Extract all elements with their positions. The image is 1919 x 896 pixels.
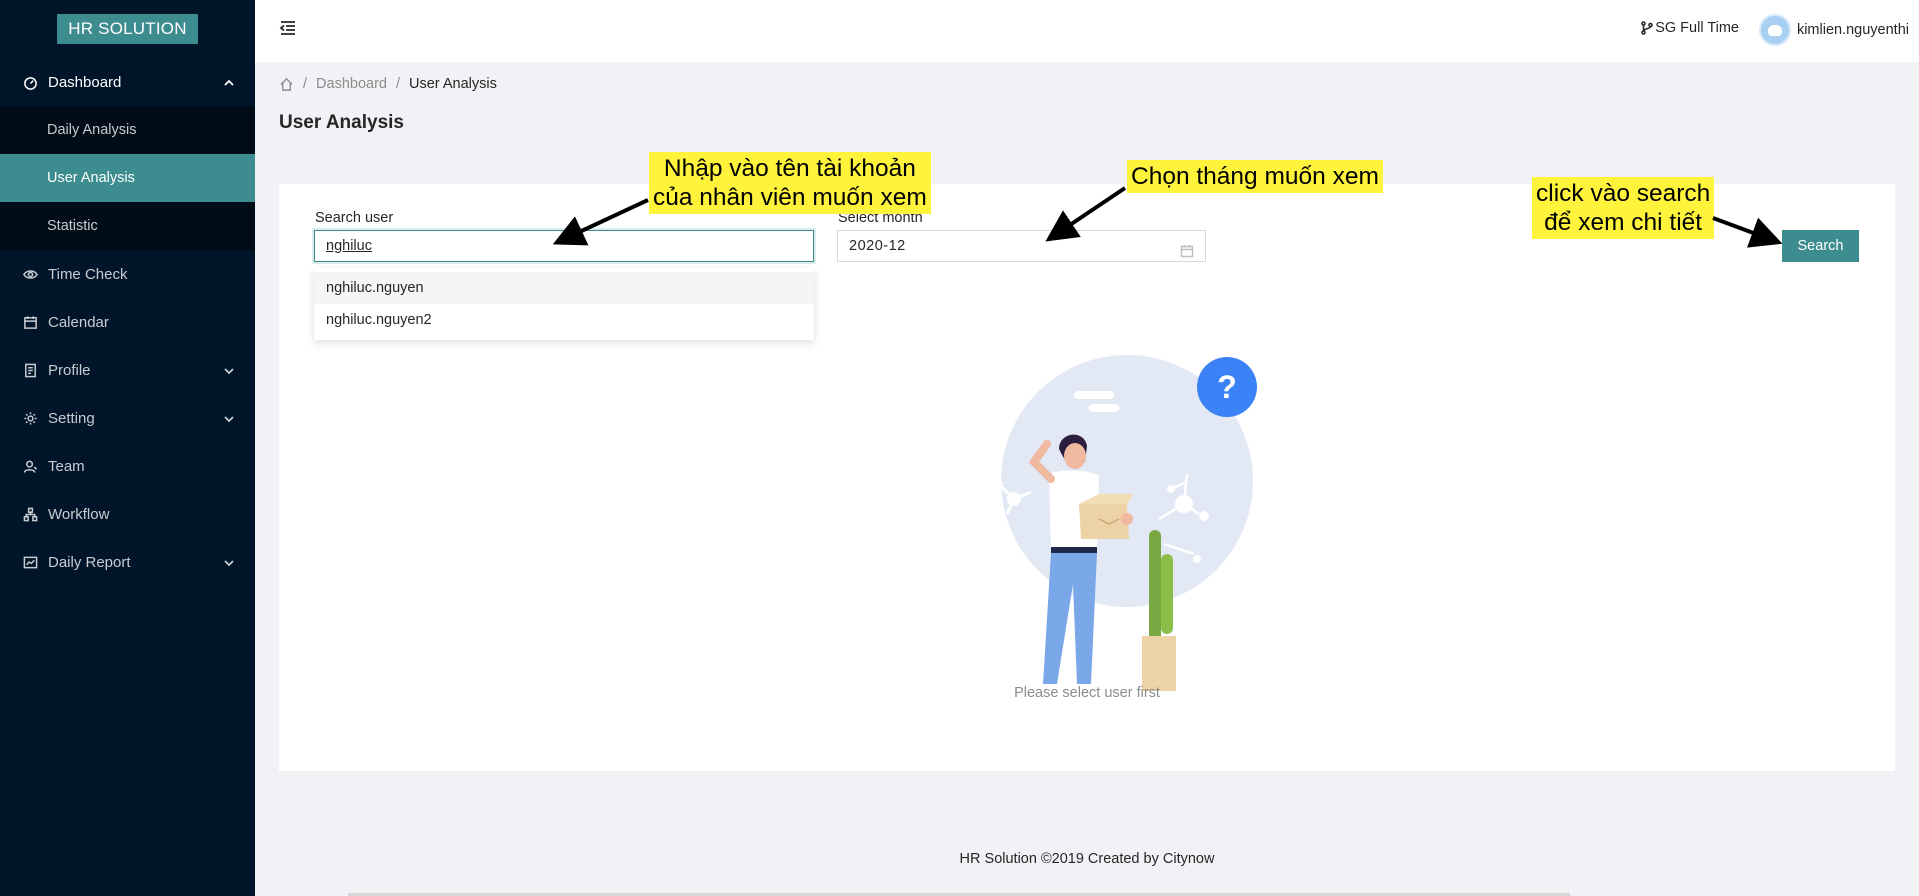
sidebar-menu: Dashboard Daily Analysis User Analysis S… (0, 58, 255, 586)
workflow-icon (22, 506, 38, 522)
sidebar-item-label: Team (48, 457, 85, 475)
annotation-line: Nhập vào tên tài khoản (663, 155, 916, 182)
sidebar-item-label: Statistic (47, 218, 98, 234)
sidebar: HR SOLUTION Dashboard Daily Analysis Use… (0, 0, 255, 896)
annotation-line: để xem chi tiết (1544, 209, 1703, 236)
dashboard-icon (22, 74, 38, 90)
empty-state-illustration: ? (995, 355, 1257, 691)
app-logo[interactable]: HR SOLUTION (57, 14, 198, 44)
sidebar-item-label: Dashboard (48, 73, 122, 91)
sidebar-item-label: Daily Analysis (47, 122, 137, 138)
page-title: User Analysis (279, 112, 404, 133)
gear-icon (22, 410, 38, 426)
branch-icon (1641, 21, 1654, 35)
sidebar-item-label: User Analysis (47, 170, 135, 186)
sidebar-item-daily-analysis[interactable]: Daily Analysis (0, 106, 255, 154)
empty-state-text: Please select user first (1014, 685, 1160, 701)
svg-text:?: ? (1217, 369, 1237, 405)
home-icon[interactable] (279, 77, 294, 92)
sidebar-item-time-check[interactable]: Time Check (0, 250, 255, 298)
sidebar-item-statistic[interactable]: Statistic (0, 202, 255, 250)
sidebar-item-label: Setting (48, 409, 95, 427)
chevron-down-icon (223, 556, 235, 568)
breadcrumb-dashboard[interactable]: Dashboard (316, 76, 387, 92)
dashboard-submenu: Daily Analysis User Analysis Statistic (0, 106, 255, 250)
sidebar-item-setting[interactable]: Setting (0, 394, 255, 442)
sidebar-item-user-analysis[interactable]: User Analysis (0, 154, 255, 202)
sidebar-item-label: Profile (48, 361, 91, 379)
suggestion-item[interactable]: nghiluc.nguyen2 (314, 304, 814, 336)
sidebar-item-label: Calendar (48, 313, 109, 331)
annotation-line: click vào search (1536, 180, 1711, 207)
search-user-label: Search user (315, 210, 394, 226)
avatar (1758, 14, 1791, 46)
annotation-note-search: click vào search để xem chi tiết (1532, 177, 1715, 239)
team-icon (22, 458, 38, 474)
sidebar-item-team[interactable]: Team (0, 442, 255, 490)
suggestion-item[interactable]: nghiluc.nguyen (314, 272, 814, 304)
sidebar-item-profile[interactable]: Profile (0, 346, 255, 394)
breadcrumb: / Dashboard / User Analysis (279, 76, 497, 92)
annotation-note-username: Nhập vào tên tài khoản của nhân viên muố… (649, 152, 931, 214)
branch-label: SG Full Time (1655, 20, 1739, 36)
analysis-card: Search user nghiluc.nguyen nghiluc.nguye… (279, 184, 1895, 771)
sidebar-item-dashboard[interactable]: Dashboard (0, 58, 255, 106)
calendar-icon (1180, 239, 1194, 258)
breadcrumb-separator: / (303, 76, 308, 92)
branch-selector[interactable]: SG Full Time (1640, 20, 1739, 36)
breadcrumb-separator: / (395, 76, 400, 92)
sidebar-item-label: Time Check (48, 265, 128, 283)
top-header: SG Full Time kimlien.nguyenthi (255, 0, 1919, 62)
footer: HR Solution ©2019 Created by Citynow (959, 851, 1215, 867)
sidebar-item-calendar[interactable]: Calendar (0, 298, 255, 346)
calendar-icon (22, 314, 38, 330)
report-icon (22, 554, 38, 570)
eye-icon (22, 266, 38, 282)
annotation-line: của nhân viên muốn xem (653, 184, 927, 211)
sidebar-item-workflow[interactable]: Workflow (0, 490, 255, 538)
username: kimlien.nguyenthi (1796, 22, 1909, 38)
user-suggestions-dropdown: nghiluc.nguyen nghiluc.nguyen2 (314, 268, 814, 340)
chevron-down-icon (223, 412, 235, 424)
sidebar-item-label: Workflow (48, 505, 110, 523)
user-menu[interactable]: kimlien.nguyenthi (1758, 14, 1909, 46)
annotation-note-month: Chọn tháng muốn xem (1127, 160, 1383, 193)
chevron-down-icon (223, 364, 235, 376)
month-value: 2020-12 (849, 238, 906, 254)
breadcrumb-current: User Analysis (409, 76, 497, 92)
profile-icon (22, 362, 38, 378)
chevron-up-icon (223, 76, 235, 88)
sidebar-item-label: Daily Report (48, 553, 131, 571)
search-user-input[interactable] (314, 230, 814, 262)
menu-fold-icon[interactable] (279, 19, 297, 37)
search-button[interactable]: Search (1782, 230, 1859, 262)
month-picker[interactable]: 2020-12 (837, 230, 1206, 262)
sidebar-item-daily-report[interactable]: Daily Report (0, 538, 255, 586)
